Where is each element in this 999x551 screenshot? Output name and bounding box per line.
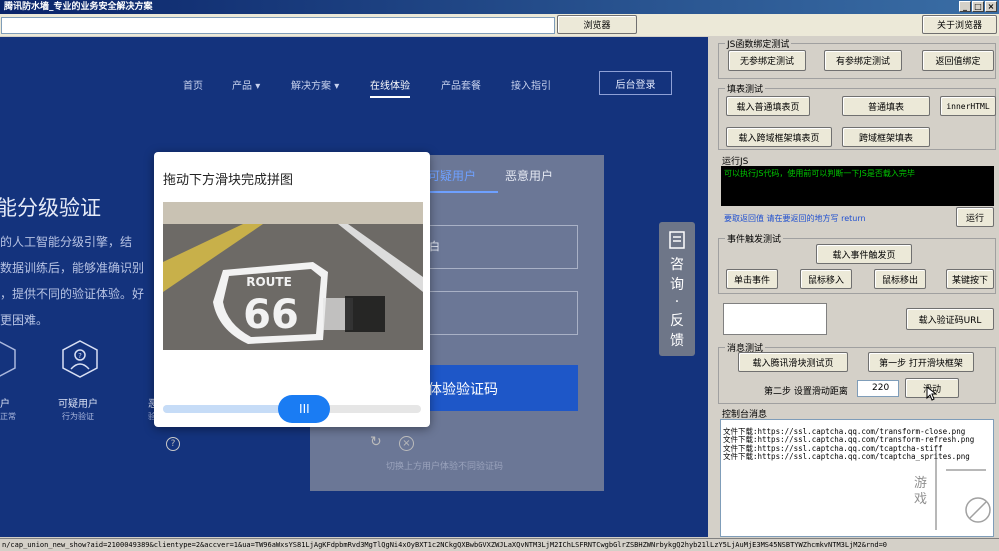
window-title: 腾讯防水墙_专业的业务安全解决方案 bbox=[4, 2, 153, 12]
run-button[interactable]: 运行 bbox=[956, 207, 994, 227]
mouse-leave-button[interactable]: 鼠标移出 bbox=[874, 269, 926, 289]
normal-fill-button[interactable]: 普通填表 bbox=[842, 96, 930, 116]
route-number: 66 bbox=[243, 292, 299, 338]
svg-text:?: ? bbox=[78, 352, 82, 360]
consult-char: · bbox=[674, 294, 680, 310]
nav-home[interactable]: 首页 bbox=[183, 77, 203, 92]
mouse-cursor-icon bbox=[926, 386, 937, 401]
load-captcha-url-button[interactable]: 载入验证码URL bbox=[906, 308, 994, 330]
captcha-puzzle-image[interactable]: ROUTE 66 bbox=[163, 202, 423, 350]
hero-line: 数据训练后，能够准确识别 bbox=[0, 261, 145, 275]
captcha-image-box bbox=[723, 303, 827, 335]
js-code-input[interactable]: 可以执行JS代码，使用前可以判断一下JS是否载入完毕 bbox=[721, 166, 994, 206]
embedded-webview: 首页 产品 ▾ 解决方案 ▾ 在线体验 产品套餐 接入指引 后台登录 能分级验证… bbox=[0, 37, 708, 537]
help-icon[interactable]: ? bbox=[166, 437, 180, 451]
status-bar: n/cap_union_new_show?aid=2100049389&clie… bbox=[0, 538, 999, 551]
feature-label: 可疑用户 bbox=[58, 399, 98, 410]
cross-frame-fill-button[interactable]: 跨域框架填表 bbox=[842, 127, 930, 147]
consult-char: 反 bbox=[670, 313, 684, 329]
watermark-logo: 游戏 bbox=[906, 440, 996, 540]
watermark-text: 游戏 bbox=[914, 476, 928, 507]
url-input[interactable] bbox=[1, 17, 555, 34]
nav-product[interactable]: 产品 ▾ bbox=[232, 77, 260, 92]
hero-line: 的人工智能分级引擎，结 bbox=[0, 235, 133, 249]
group-title: JS函数绑定测试 bbox=[725, 37, 792, 50]
browse-button[interactable]: 浏览器 bbox=[557, 15, 637, 34]
group-title: 填表测试 bbox=[725, 82, 766, 95]
nav-solutions[interactable]: 解决方案 ▾ bbox=[291, 77, 339, 92]
consult-char: 馈 bbox=[670, 333, 684, 349]
click-event-button[interactable]: 单击事件 bbox=[726, 269, 778, 289]
feature-label: 户 bbox=[0, 399, 10, 410]
slider-handle[interactable]: III bbox=[278, 395, 331, 423]
puzzle-hole bbox=[345, 296, 385, 332]
refresh-icon[interactable]: ↻ bbox=[370, 434, 382, 450]
load-form-page-button[interactable]: 载入普通填表页 bbox=[726, 96, 810, 116]
step2-label: 第二步 设置滑动距离 bbox=[764, 387, 848, 397]
captcha-modal: 拖动下方滑块完成拼图 ROUTE 66 III ? ↻ × bbox=[154, 152, 430, 451]
key-down-button[interactable]: 某键按下 bbox=[946, 269, 994, 289]
tab-suspicious-user[interactable]: 可疑用户 bbox=[428, 167, 476, 184]
no-param-binding-button[interactable]: 无参绑定测试 bbox=[728, 50, 806, 71]
panel-hint: 切换上方用户体验不同验证码 bbox=[386, 462, 504, 472]
tab-indicator bbox=[428, 191, 498, 193]
open-slider-frame-button[interactable]: 第一步 打开滑块框架 bbox=[868, 352, 974, 372]
maximize-button[interactable]: □ bbox=[972, 1, 984, 12]
minimize-button[interactable]: _ bbox=[959, 1, 971, 12]
load-slider-test-page-button[interactable]: 载入腾讯滑块测试页 bbox=[738, 352, 848, 372]
admin-login-button[interactable]: 后台登录 bbox=[599, 71, 672, 95]
route-text: ROUTE bbox=[246, 275, 292, 289]
consult-char: 询 bbox=[670, 277, 684, 293]
load-cross-frame-page-button[interactable]: 载入跨域框架填表页 bbox=[726, 127, 832, 147]
captcha-title: 拖动下方滑块完成拼图 bbox=[163, 173, 294, 188]
hero-line: 更困难。 bbox=[0, 313, 49, 327]
return-binding-button[interactable]: 返回值绑定 bbox=[922, 50, 994, 71]
about-browser-button[interactable]: 关于浏览器 bbox=[922, 15, 997, 34]
close-icon[interactable]: × bbox=[399, 436, 414, 451]
tab-malicious-user[interactable]: 恶意用户 bbox=[505, 167, 553, 184]
window-title-bar: 腾讯防水墙_专业的业务安全解决方案 _ □ × bbox=[0, 0, 999, 14]
nav-online-demo[interactable]: 在线体验 bbox=[370, 77, 410, 98]
load-event-page-button[interactable]: 载入事件触发页 bbox=[816, 244, 912, 264]
param-binding-button[interactable]: 有参绑定测试 bbox=[824, 50, 902, 71]
consult-feedback-tab[interactable]: 咨 询 · 反 馈 bbox=[659, 222, 695, 356]
close-button[interactable]: × bbox=[985, 1, 997, 12]
mouse-enter-button[interactable]: 鼠标移入 bbox=[800, 269, 852, 289]
innerhtml-button[interactable]: innerHTML bbox=[940, 96, 996, 116]
document-icon bbox=[669, 231, 685, 249]
chevron-down-icon: ▾ bbox=[334, 81, 340, 92]
group-title: 事件触发测试 bbox=[725, 232, 784, 245]
chevron-down-icon: ▾ bbox=[255, 81, 261, 92]
nav-packages[interactable]: 产品套餐 bbox=[441, 77, 481, 92]
feature-sub: 行为验证 bbox=[62, 412, 94, 421]
hero-title: 能分级验证 bbox=[0, 196, 101, 220]
normal-user-icon bbox=[0, 341, 16, 377]
hero-line: ，提供不同的验证体验。好 bbox=[0, 287, 145, 301]
grip-icon: III bbox=[299, 402, 310, 416]
slide-distance-input[interactable]: 220 bbox=[857, 380, 899, 397]
suspicious-user-icon: ? bbox=[62, 340, 98, 378]
return-hint: 要取返回值 请在要返回的地方写 return bbox=[724, 214, 866, 223]
consult-char: 咨 bbox=[670, 257, 684, 273]
nav-integration-guide[interactable]: 接入指引 bbox=[511, 77, 551, 92]
feature-sub: 正常 bbox=[0, 412, 16, 421]
